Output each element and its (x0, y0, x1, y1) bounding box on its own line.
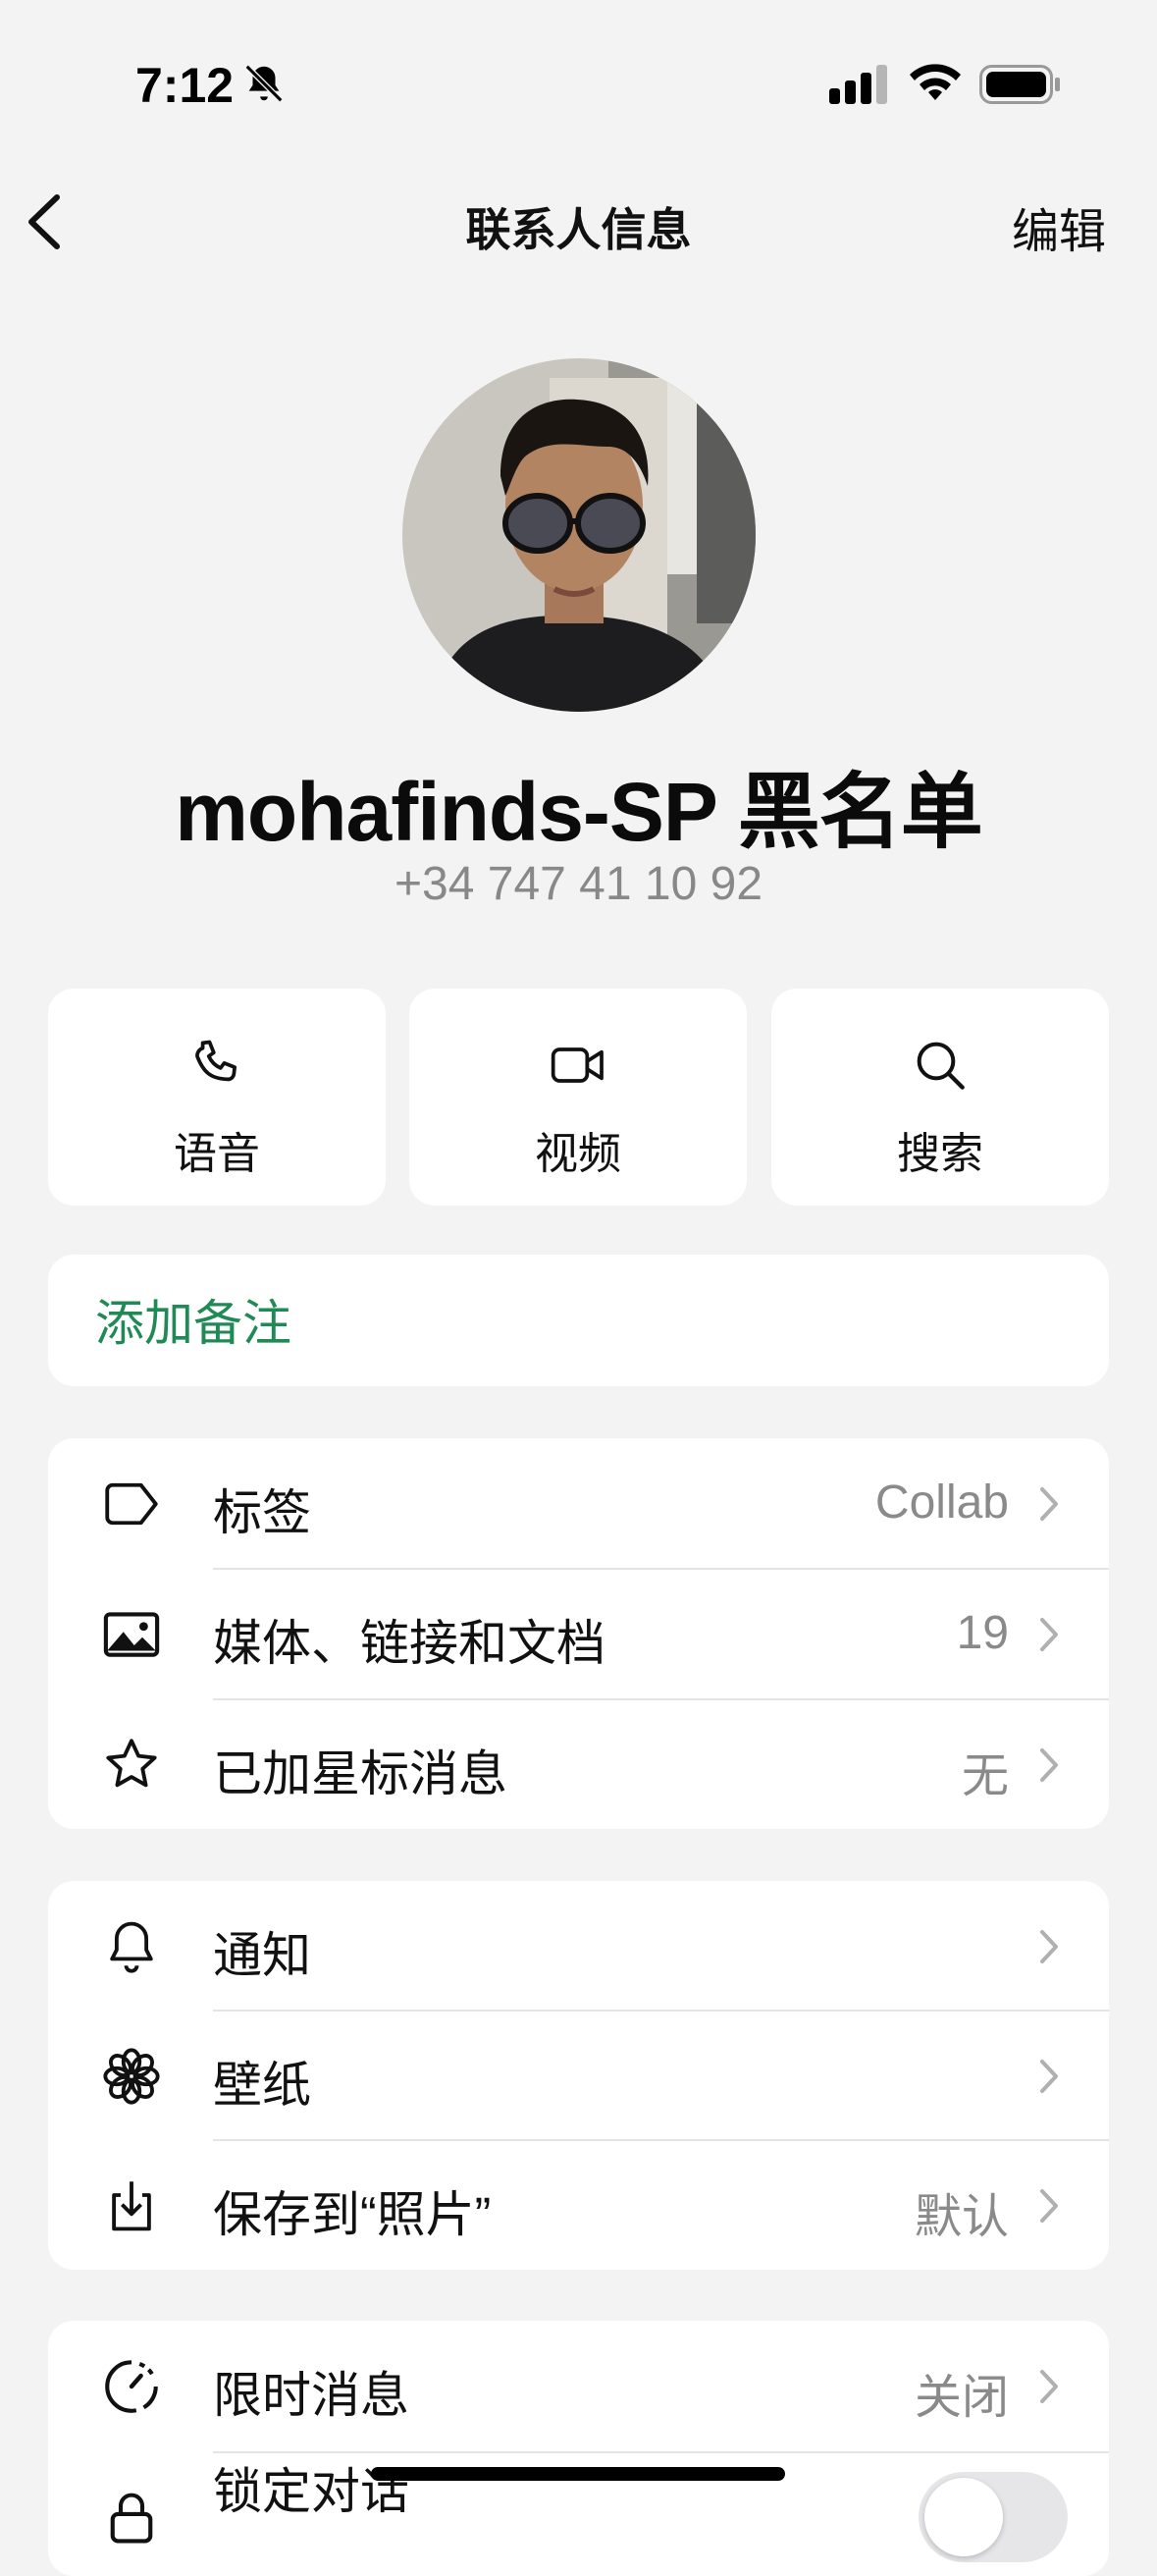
chevron-right-icon (1040, 2189, 1058, 2223)
row-notifications-label: 通知 (213, 1928, 311, 1983)
video-call-label: 视频 (535, 1130, 621, 1178)
row-wallpaper-label: 壁纸 (213, 2058, 311, 2113)
row-save-to-photos-value: 默认 (914, 2191, 1009, 2243)
home-indicator[interactable] (371, 2467, 785, 2481)
row-lock-chat-label: 锁定对话 (213, 2464, 409, 2519)
info-section: 标签 Collab 媒体、链接和文档 19 已加星标消息 无 (48, 1438, 1109, 1829)
avatar-photo (402, 358, 756, 712)
avatar[interactable] (402, 358, 756, 712)
contact-phone[interactable]: +34 747 41 10 92 (0, 857, 1157, 911)
add-note-label: 添加备注 (95, 1296, 291, 1351)
voice-call-label: 语音 (174, 1130, 260, 1178)
row-media-label: 媒体、链接和文档 (213, 1616, 605, 1671)
phone-icon (195, 1040, 237, 1082)
page-title: 联系人信息 (465, 204, 692, 255)
row-starred-label: 已加星标消息 (213, 1746, 507, 1801)
edit-button[interactable]: 编辑 (1012, 192, 1106, 261)
row-labels-value: Collab (874, 1476, 1009, 1529)
row-disappearing-messages-value: 关闭 (914, 2372, 1009, 2424)
chevron-right-icon (1040, 1487, 1058, 1521)
row-starred[interactable]: 已加星标消息 无 (48, 1699, 1109, 1829)
row-disappearing-messages[interactable]: 限时消息 关闭 (48, 2321, 1109, 2450)
search-label: 搜索 (897, 1130, 983, 1178)
row-media[interactable]: 媒体、链接和文档 19 (48, 1569, 1109, 1698)
star-icon (106, 1739, 157, 1788)
wifi-icon (910, 64, 961, 100)
row-labels[interactable]: 标签 Collab (48, 1438, 1109, 1568)
add-note-card[interactable]: 添加备注 (48, 1255, 1109, 1386)
tag-icon (105, 1482, 158, 1526)
bell-icon (110, 1921, 153, 1973)
chevron-right-icon (1040, 2370, 1058, 2403)
row-save-to-photos-label: 保存到“照片” (213, 2187, 492, 2242)
row-disappearing-messages-label: 限时消息 (213, 2368, 409, 2423)
flower-icon (103, 2048, 160, 2105)
battery-icon (979, 65, 1060, 104)
search-button[interactable]: 搜索 (771, 989, 1109, 1206)
row-starred-value: 无 (961, 1750, 1009, 1802)
timer-icon (105, 2360, 158, 2413)
settings-section: 通知 壁纸 保存到“照片” 默认 (48, 1881, 1109, 2270)
video-camera-icon (551, 1047, 604, 1083)
voice-call-button[interactable]: 语音 (48, 989, 386, 1206)
status-time: 7:12 (135, 58, 235, 113)
row-media-value: 19 (956, 1607, 1009, 1659)
toggle-knob (924, 2478, 1003, 2556)
privacy-section: 限时消息 关闭 锁定对话 (48, 2321, 1109, 2576)
video-call-button[interactable]: 视频 (409, 989, 747, 1206)
chevron-right-icon (1040, 1748, 1058, 1782)
row-labels-label: 标签 (213, 1485, 311, 1540)
signal-icon (829, 65, 887, 104)
chevron-right-icon (1040, 2060, 1058, 2093)
search-icon (917, 1042, 965, 1090)
chevron-right-icon (1040, 1618, 1058, 1651)
bell-slash-icon (244, 64, 284, 103)
image-icon (103, 1612, 160, 1657)
lock-chat-toggle[interactable] (919, 2472, 1068, 2562)
lock-icon (110, 2493, 153, 2544)
save-download-icon (112, 2181, 151, 2231)
chevron-right-icon (1040, 1930, 1058, 1963)
row-notifications[interactable]: 通知 (48, 1881, 1109, 2011)
contact-name: mohafinds-SP 黑名单 (175, 766, 983, 858)
status-bar: 7:12 (0, 0, 1157, 167)
row-wallpaper[interactable]: 壁纸 (48, 2011, 1109, 2140)
row-save-to-photos[interactable]: 保存到“照片” 默认 (48, 2140, 1109, 2270)
